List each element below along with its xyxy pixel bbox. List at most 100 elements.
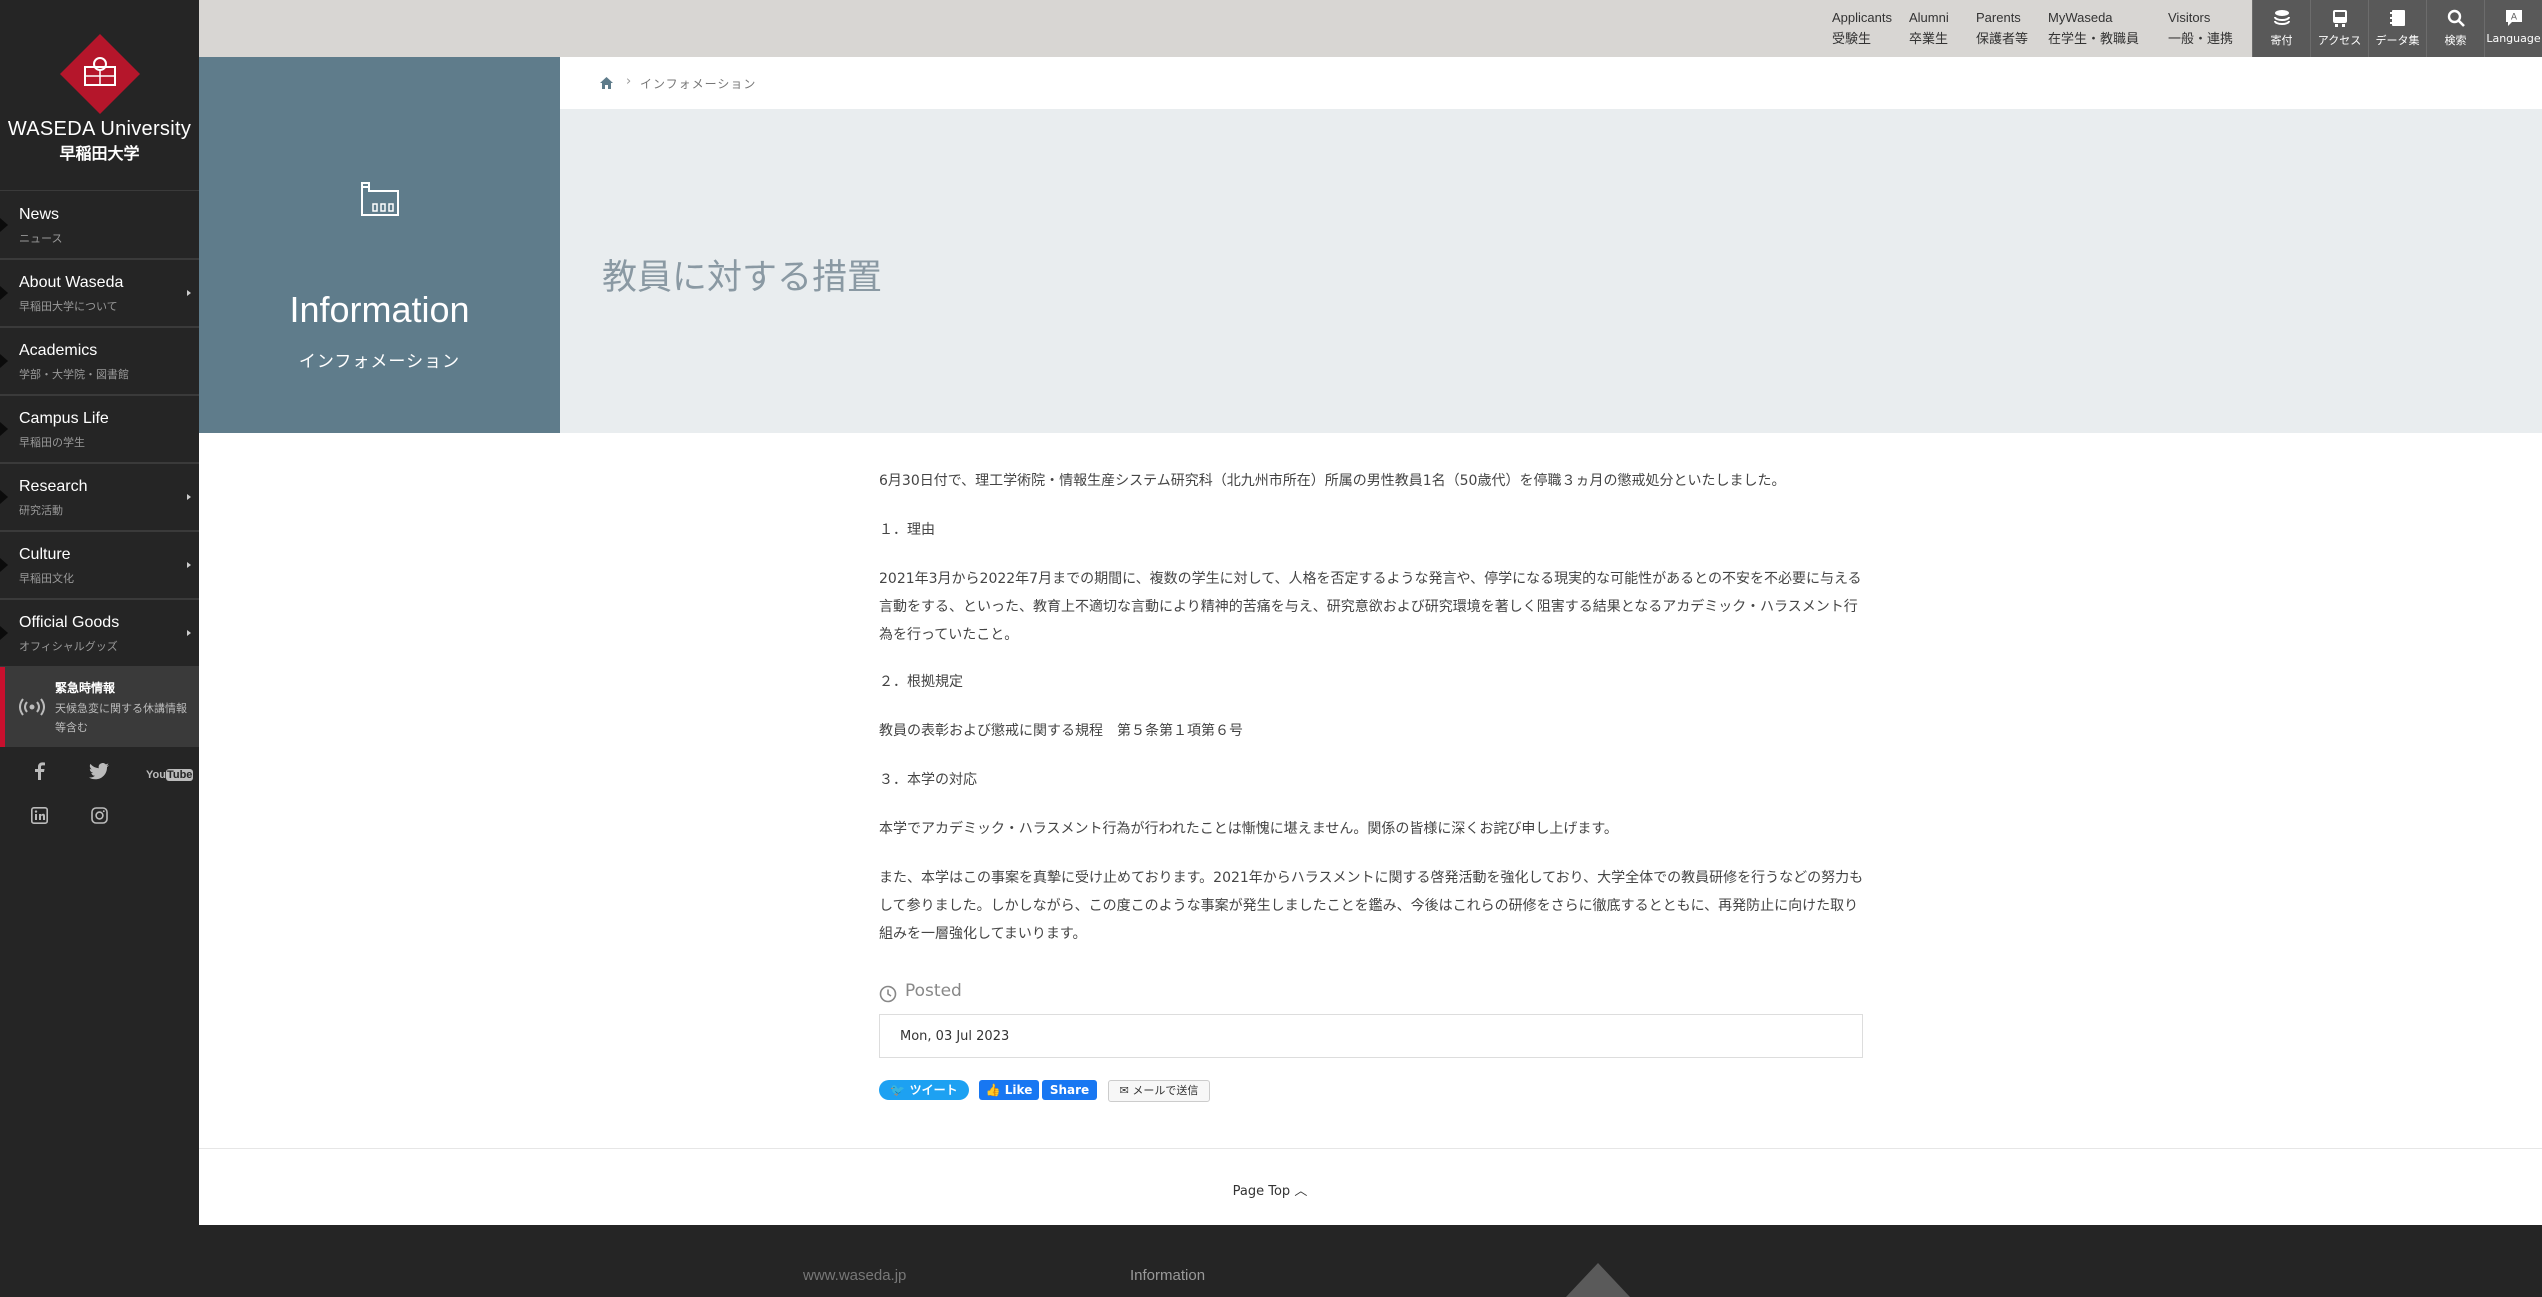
topnav-alumni[interactable]: Alumni 卒業生 xyxy=(1909,10,1949,47)
donation-button[interactable]: 寄付 xyxy=(2252,0,2310,57)
page-top-link[interactable]: Page Top ︿ xyxy=(1200,1180,1340,1199)
chevron-right-icon xyxy=(187,630,191,636)
emergency-desc: 天候急変に関する休講情報等含む xyxy=(55,702,187,734)
topnav-label-en: MyWaseda xyxy=(2048,10,2113,25)
topnav-visitors[interactable]: Visitors 一般・連携 xyxy=(2168,10,2233,47)
section-hero: Information インフォメーション xyxy=(199,57,560,433)
sidebar-item-culture[interactable]: Culture 早稲田文化 xyxy=(0,532,199,600)
article-paragraph: 2021年3月から2022年7月までの期間に、複数の学生に対して、人格を否定する… xyxy=(879,571,1862,643)
share-label: Share xyxy=(1049,1083,1090,1097)
sidebar-item-about[interactable]: About Waseda 早稲田大学について xyxy=(0,260,199,328)
sidebar-item-research[interactable]: Research 研究活動 xyxy=(0,464,199,532)
sidebar-item-label: Research xyxy=(19,478,88,495)
facebook-icon[interactable] xyxy=(26,762,52,788)
topnav-label-jp: 保護者等 xyxy=(1976,32,2029,47)
nav-marker xyxy=(0,286,8,300)
posted-date-box: Mon, 03 Jul 2023 xyxy=(879,1014,1863,1058)
broadcast-icon xyxy=(19,698,45,716)
article-heading: １．理由 xyxy=(879,522,935,538)
facebook-share-button[interactable]: Share xyxy=(1042,1080,1097,1100)
posted-text: Posted xyxy=(905,981,962,1001)
brand-name-en: WASEDA University xyxy=(7,118,192,140)
facebook-share-group: 👍 Like Share xyxy=(979,1080,1097,1100)
home-icon[interactable] xyxy=(600,77,613,89)
icon-label: 寄付 xyxy=(2270,34,2293,47)
topnav-label-jp: 一般・連携 xyxy=(2168,32,2234,47)
article-paragraph: 6月30日付で、理工学術院・情報生産システム研究科（北九州市所在）所属の男性教員… xyxy=(879,473,1786,489)
sidebar-item-sublabel: ニュース xyxy=(19,232,63,245)
article-heading: ３．本学の対応 xyxy=(879,772,977,788)
search-icon xyxy=(2447,9,2465,27)
university-logo[interactable]: WASEDA University 早稲田大学 xyxy=(0,0,199,191)
page-top-label: Page Top xyxy=(1232,1184,1291,1199)
nav-marker xyxy=(0,490,8,504)
language-icon: A xyxy=(2505,10,2522,26)
sidebar-item-campus-life[interactable]: Campus Life 早稲田の学生 xyxy=(0,396,199,464)
data-icon xyxy=(2389,10,2405,26)
utility-icon-bar: 寄付 アクセス データ集 検索 A Language xyxy=(2252,0,2542,57)
topnav-parents[interactable]: Parents 保護者等 xyxy=(1976,10,2028,47)
section-title-jp: インフォメーション xyxy=(298,352,461,372)
access-button[interactable]: アクセス xyxy=(2310,0,2368,57)
emergency-info-link[interactable]: 緊急時情報 天候急変に関する休講情報等含む xyxy=(0,667,199,747)
topnav-applicants[interactable]: Applicants 受験生 xyxy=(1832,10,1892,47)
instagram-icon[interactable] xyxy=(86,806,112,832)
language-button[interactable]: A Language xyxy=(2484,0,2542,57)
breadcrumb-separator: › xyxy=(626,74,632,89)
topnav-label-en: Visitors xyxy=(2168,10,2211,25)
topnav-label-jp: 受験生 xyxy=(1832,32,1872,47)
sidebar-item-sublabel: 早稲田の学生 xyxy=(19,436,85,449)
footer: www.waseda.jp Information xyxy=(199,1225,2542,1297)
breadcrumb: › インフォメーション xyxy=(560,57,2542,109)
icon-label: 検索 xyxy=(2444,34,2467,47)
twitter-icon[interactable] xyxy=(86,762,112,788)
youtube-icon[interactable]: YouTube xyxy=(146,762,194,788)
access-icon xyxy=(2332,10,2347,27)
icon-label: Language xyxy=(2486,32,2541,45)
article-heading: ２．根拠規定 xyxy=(879,674,963,690)
footer-link-home[interactable]: www.waseda.jp xyxy=(803,1267,906,1284)
sidebar-item-label: Academics xyxy=(19,342,98,359)
search-button[interactable]: 検索 xyxy=(2426,0,2484,57)
page-header: 教員に対する措置 xyxy=(560,109,2542,433)
sidebar-nav: News ニュース About Waseda 早稲田大学について Academi… xyxy=(0,192,199,668)
emergency-title: 緊急時情報 xyxy=(55,681,116,695)
sidebar-item-label: Official Goods xyxy=(19,614,120,631)
brand-name-jp: 早稲田大学 xyxy=(59,144,140,163)
sidebar-item-label: Campus Life xyxy=(19,410,109,427)
tweet-label: ツイート xyxy=(909,1083,958,1097)
topnav-label-en: Alumni xyxy=(1909,10,1949,25)
divider xyxy=(199,1148,2542,1149)
topnav-label-en: Applicants xyxy=(1832,10,1892,25)
footer-up-triangle[interactable] xyxy=(1566,1263,1630,1297)
sidebar: WASEDA University 早稲田大学 News ニュース About … xyxy=(0,0,199,1297)
sidebar-item-sublabel: 研究活動 xyxy=(19,504,63,517)
like-label: Like xyxy=(1004,1083,1033,1097)
sidebar-item-label: Culture xyxy=(19,546,71,563)
topnav-mywaseda[interactable]: MyWaseda 在学生・教職員 xyxy=(2048,10,2139,47)
linkedin-icon[interactable] xyxy=(26,806,52,832)
topnav-label-jp: 卒業生 xyxy=(1909,32,1949,47)
sidebar-item-sublabel: 早稲田文化 xyxy=(19,572,74,585)
section-title-en: Information xyxy=(289,289,470,330)
sidebar-item-official-goods[interactable]: Official Goods オフィシャルグッズ xyxy=(0,600,199,668)
topnav-label-en: Parents xyxy=(1976,10,2021,25)
sidebar-item-news[interactable]: News ニュース xyxy=(0,192,199,260)
footer-link-information[interactable]: Information xyxy=(1130,1267,1205,1284)
envelope-icon: ✉ xyxy=(1119,1084,1129,1097)
nav-marker xyxy=(0,626,8,640)
facebook-like-button[interactable]: 👍 Like xyxy=(979,1080,1039,1100)
data-button[interactable]: データ集 xyxy=(2368,0,2426,57)
article-paragraph: また、本学はこの事案を真摯に受け止めております。2021年からハラスメントに関す… xyxy=(879,870,1864,942)
sidebar-item-label: News xyxy=(19,206,60,223)
topnav-label-jp: 在学生・教職員 xyxy=(2048,32,2140,47)
tweet-button[interactable]: 🐦 ツイート xyxy=(879,1080,969,1100)
nav-marker xyxy=(0,558,8,572)
building-icon xyxy=(361,182,399,216)
article-paragraph: 教員の表彰および懲戒に関する規程 第５条第１項第６号 xyxy=(879,723,1243,739)
sidebar-item-academics[interactable]: Academics 学部・大学院・図書館 xyxy=(0,328,199,396)
mail-share-button[interactable]: ✉ メールで送信 xyxy=(1108,1080,1210,1102)
sidebar-item-sublabel: 早稲田大学について xyxy=(19,300,118,313)
nav-marker xyxy=(0,218,8,232)
breadcrumb-current: インフォメーション xyxy=(640,77,757,91)
